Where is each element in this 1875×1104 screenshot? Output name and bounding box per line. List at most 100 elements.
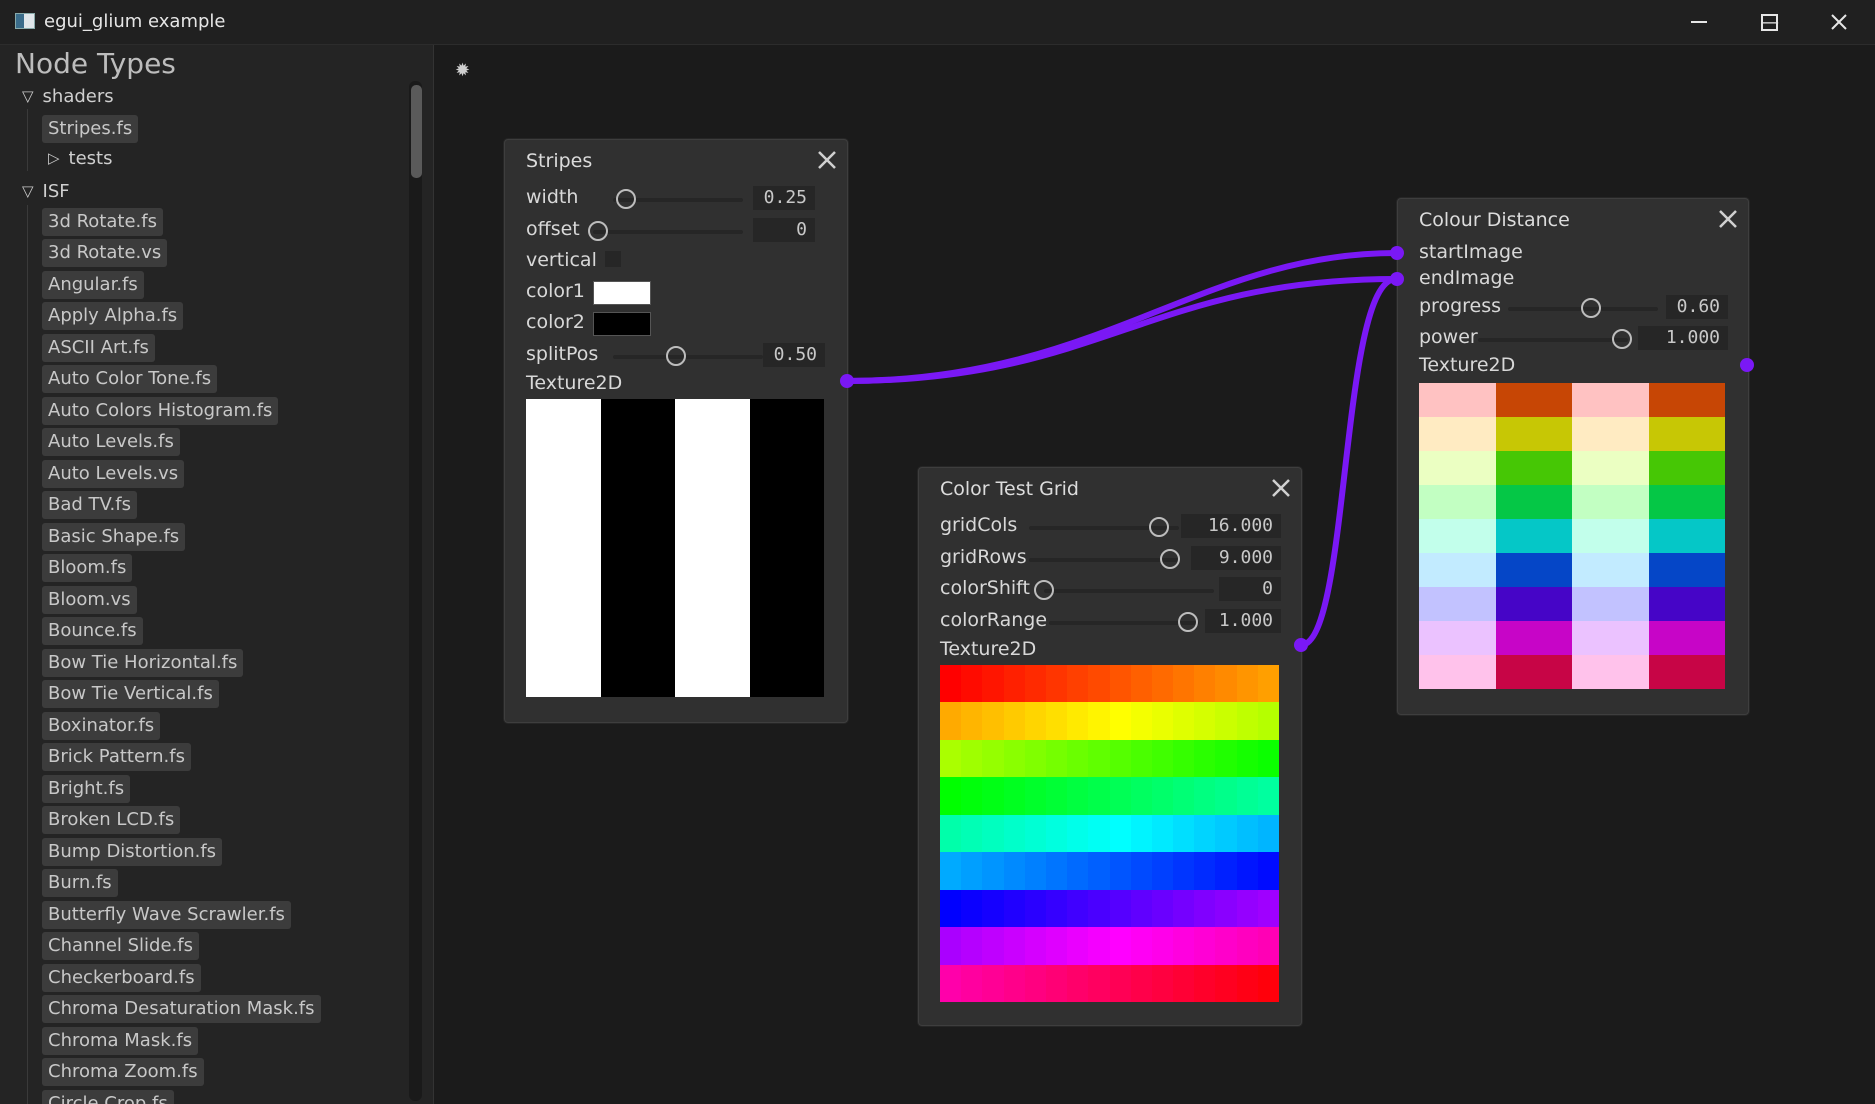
node-stripes[interactable]: Stripes width 0.25 offset 0 vertical col… — [504, 139, 848, 723]
list-item[interactable]: Broken LCD.fs — [42, 806, 181, 834]
list-item[interactable]: Checkerboard.fs — [42, 964, 201, 992]
list-item[interactable]: Auto Levels.fs — [42, 428, 180, 456]
list-item[interactable]: Burn.fs — [42, 869, 118, 897]
stripes-output-port[interactable] — [840, 374, 854, 388]
list-item[interactable]: Chroma Desaturation Mask.fs — [42, 995, 321, 1023]
list-item[interactable]: Bump Distortion.fs — [42, 838, 223, 866]
list-item[interactable]: Auto Levels.vs — [42, 460, 185, 488]
close-icon[interactable] — [817, 150, 837, 170]
list-item[interactable]: Bounce.fs — [42, 617, 143, 645]
texture-cell — [1151, 777, 1174, 815]
endimage-input-port[interactable] — [1390, 272, 1404, 286]
sparkle-icon: ✹ — [455, 60, 471, 81]
gridrows-value[interactable]: 9.000 — [1191, 546, 1281, 570]
list-item[interactable]: 3d Rotate.vs — [42, 239, 168, 267]
texture-cell — [961, 814, 983, 853]
list-item[interactable]: ASCII Art.fs — [42, 334, 155, 362]
colour-distance-output-port[interactable] — [1740, 358, 1754, 372]
app-icon — [15, 13, 35, 29]
texture-cell — [1045, 702, 1068, 740]
vertical-checkbox[interactable] — [605, 251, 621, 267]
list-item[interactable]: Channel Slide.fs — [42, 932, 199, 960]
splitpos-slider-knob[interactable] — [666, 346, 686, 366]
progress-slider-knob[interactable] — [1581, 298, 1601, 318]
close-icon[interactable] — [1718, 209, 1738, 229]
texture-cell — [1236, 702, 1258, 740]
texture-cell — [1024, 739, 1046, 778]
texture-cell — [940, 852, 962, 890]
gridcols-slider-knob[interactable] — [1149, 517, 1169, 537]
texture-cell — [1109, 814, 1131, 853]
list-item[interactable]: Bloom.fs — [42, 554, 133, 582]
list-item[interactable]: Circle Crop.fs — [42, 1090, 174, 1104]
list-item[interactable]: Stripes.fs — [42, 115, 139, 143]
close-window-button[interactable] — [1804, 0, 1874, 44]
tree-group-isf[interactable]: ▽ ISF — [22, 179, 70, 203]
list-item[interactable]: Brick Pattern.fs — [42, 743, 191, 771]
tree-group-tests[interactable]: ▷ tests — [48, 146, 113, 170]
texture-cell — [1088, 702, 1110, 740]
texture-cell — [1215, 927, 1237, 965]
offset-slider-knob[interactable] — [588, 221, 608, 241]
splitpos-slider-track[interactable] — [613, 355, 763, 359]
gridcols-value[interactable]: 16.000 — [1181, 514, 1281, 538]
offset-slider-track[interactable] — [593, 230, 743, 234]
gridrows-slider-knob[interactable] — [1160, 549, 1180, 569]
texture-cell — [1173, 927, 1195, 965]
list-item[interactable]: Bright.fs — [42, 775, 131, 803]
maximize-button[interactable] — [1734, 0, 1804, 44]
texture-cell — [1648, 519, 1725, 553]
colorrange-slider-knob[interactable] — [1178, 612, 1198, 632]
texture-cell — [1495, 655, 1572, 689]
list-item[interactable]: Chroma Zoom.fs — [42, 1058, 204, 1086]
list-item[interactable]: Apply Alpha.fs — [42, 302, 184, 330]
texture-cell — [1088, 964, 1110, 1002]
sidebar-scrollbar-thumb[interactable] — [411, 85, 422, 178]
colorshift-slider-knob[interactable] — [1034, 580, 1054, 600]
node-color-test-grid[interactable]: Color Test Grid gridCols 16.000 gridRows… — [918, 467, 1302, 1026]
list-item[interactable]: Basic Shape.fs — [42, 523, 186, 551]
power-value[interactable]: 1.000 — [1638, 326, 1728, 350]
list-item[interactable]: Auto Colors Histogram.fs — [42, 397, 279, 425]
power-slider-knob[interactable] — [1612, 329, 1632, 349]
texture-cell — [982, 739, 1004, 778]
list-item[interactable]: Bow Tie Horizontal.fs — [42, 649, 244, 677]
power-slider-track[interactable] — [1478, 338, 1628, 342]
close-icon[interactable] — [1271, 478, 1291, 498]
colorrange-value[interactable]: 1.000 — [1205, 609, 1281, 633]
param-label-width: width — [526, 186, 579, 208]
param-label-colorshift: colorShift — [940, 577, 1030, 599]
list-item[interactable]: Boxinator.fs — [42, 712, 161, 740]
list-item[interactable]: Angular.fs — [42, 271, 144, 299]
list-item[interactable]: Bad TV.fs — [42, 491, 137, 519]
list-item[interactable]: Auto Color Tone.fs — [42, 365, 218, 393]
colorshift-slider-track[interactable] — [1044, 589, 1214, 593]
splitpos-value[interactable]: 0.50 — [763, 343, 825, 367]
texture-cell — [1109, 927, 1131, 965]
color-test-grid-output-port[interactable] — [1294, 638, 1308, 652]
texture-cell — [1151, 702, 1174, 740]
startimage-input-port[interactable] — [1390, 246, 1404, 260]
gridrows-slider-track[interactable] — [1029, 558, 1179, 562]
color2-swatch[interactable] — [593, 312, 651, 336]
list-item[interactable]: Chroma Mask.fs — [42, 1027, 199, 1055]
progress-value[interactable]: 0.60 — [1666, 295, 1728, 319]
colorrange-slider-track[interactable] — [1049, 621, 1199, 625]
width-slider-knob[interactable] — [616, 189, 636, 209]
texture-cell — [961, 739, 983, 778]
colorshift-value[interactable]: 0 — [1219, 577, 1281, 601]
offset-value[interactable]: 0 — [753, 218, 815, 242]
node-colour-distance[interactable]: Colour Distance startImage endImage prog… — [1397, 198, 1749, 715]
list-item[interactable]: 3d Rotate.fs — [42, 208, 163, 236]
sidebar-scrollbar-track[interactable] — [409, 81, 422, 1101]
texture-cell — [1130, 702, 1152, 740]
tree-group-shaders[interactable]: ▽ shaders — [22, 84, 114, 108]
minimize-button[interactable] — [1664, 0, 1734, 44]
list-item[interactable]: Butterfly Wave Scrawler.fs — [42, 901, 291, 929]
list-item[interactable]: Bloom.vs — [42, 586, 137, 614]
texture-cell — [1109, 739, 1131, 778]
texture-cell — [1215, 814, 1237, 853]
width-value[interactable]: 0.25 — [753, 186, 815, 210]
list-item[interactable]: Bow Tie Vertical.fs — [42, 680, 219, 708]
color1-swatch[interactable] — [593, 281, 651, 305]
